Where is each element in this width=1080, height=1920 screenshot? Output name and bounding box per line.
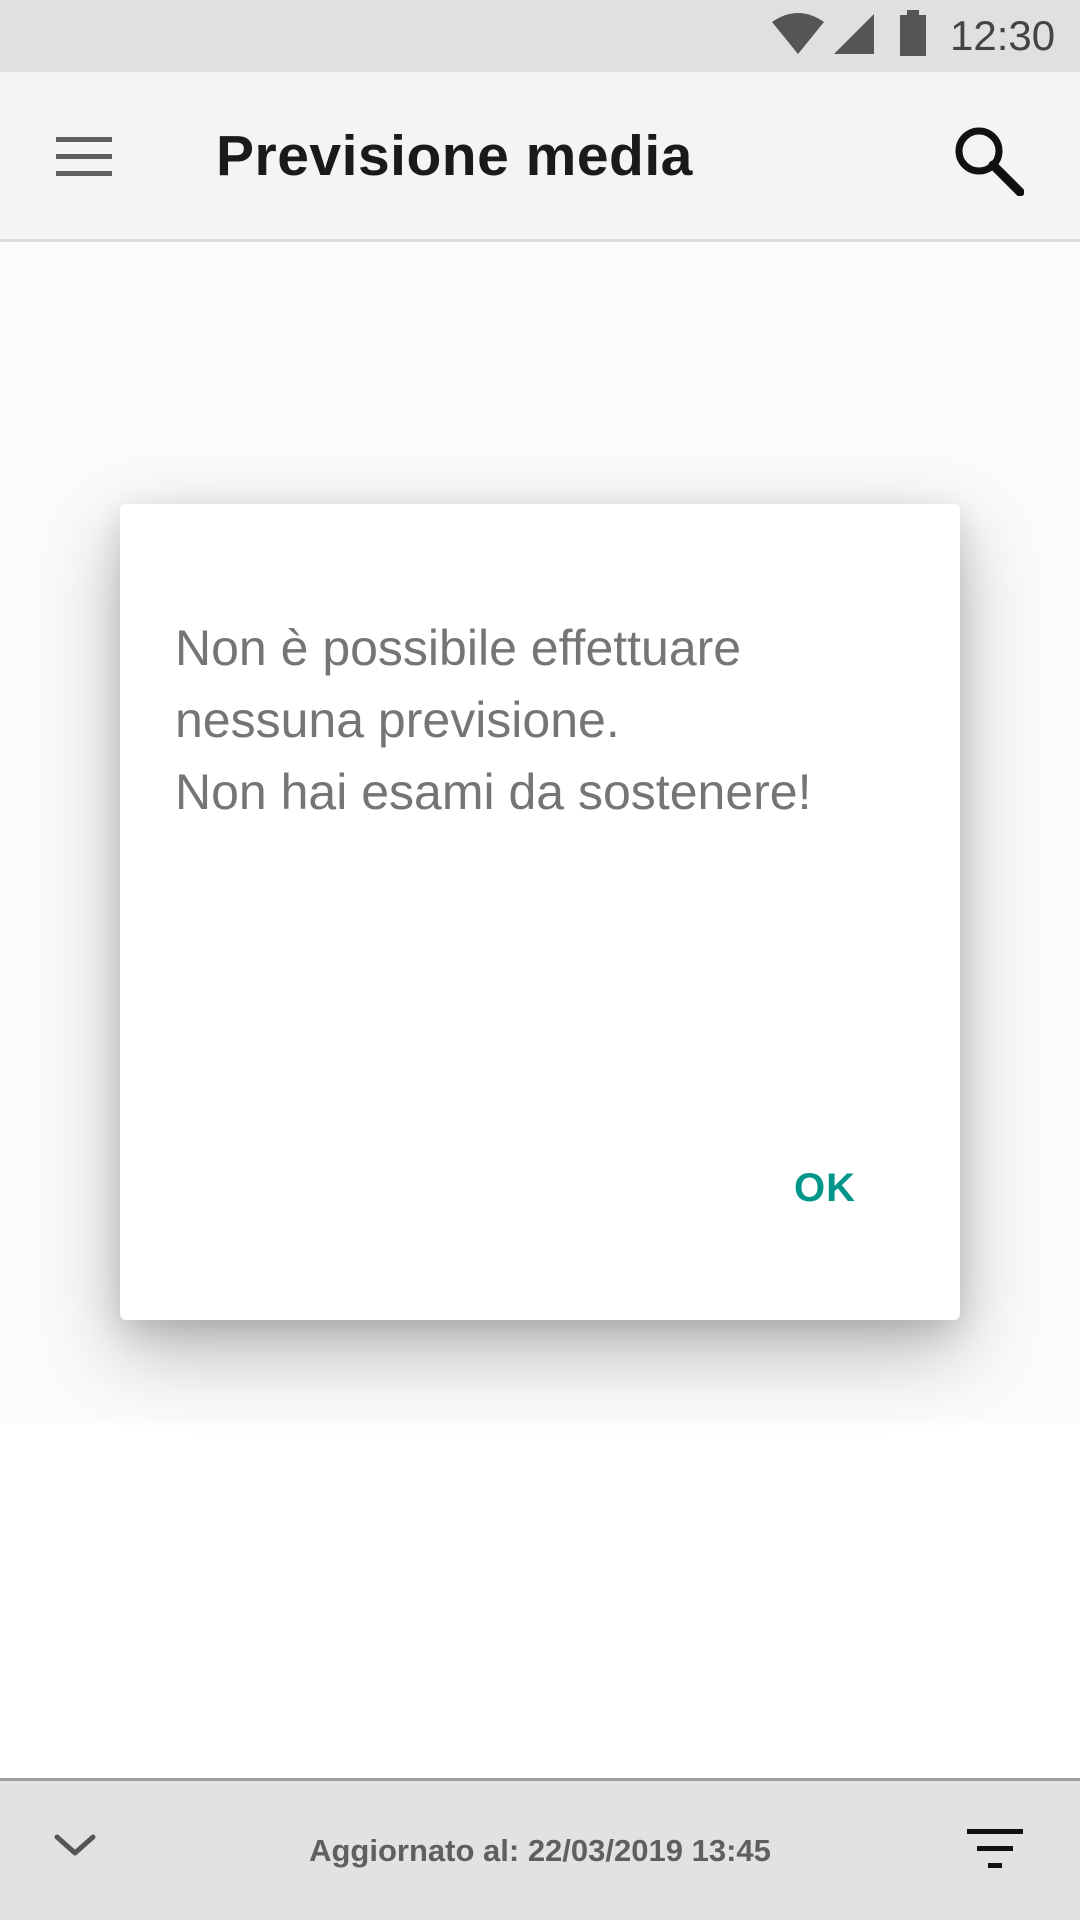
dialog-message-line: nessuna previsione. <box>175 692 620 748</box>
filter-button[interactable] <box>955 1811 1035 1891</box>
last-updated-text: Aggiornato al: 22/03/2019 13:45 <box>309 1833 771 1868</box>
dialog-message: Non è possibile effettuare nessuna previ… <box>175 612 915 828</box>
filter-icon <box>967 1829 1023 1868</box>
search-button[interactable] <box>938 110 1038 210</box>
dialog-message-line: Non hai esami da sostenere! <box>175 764 812 820</box>
app-bar: Previsione media <box>0 72 1080 242</box>
dialog-message-line: Non è possibile effettuare <box>175 620 742 676</box>
search-icon <box>955 127 1024 196</box>
status-bar: 12:30 <box>0 0 1080 72</box>
wifi-icon <box>772 13 824 54</box>
menu-button[interactable] <box>36 117 132 197</box>
status-time: 12:30 <box>950 12 1056 59</box>
ok-button[interactable]: OK <box>740 1144 910 1232</box>
signal-icon <box>834 14 874 54</box>
screen: 12:30 Previsione media Non è possibile e… <box>0 0 1080 1920</box>
bottom-bar: Aggiornato al: 22/03/2019 13:45 <box>0 1778 1080 1920</box>
hamburger-menu-icon <box>56 137 112 176</box>
alert-dialog: Non è possibile effettuare nessuna previ… <box>120 504 960 1320</box>
page-title: Previsione media <box>216 124 693 188</box>
battery-icon <box>900 10 926 56</box>
